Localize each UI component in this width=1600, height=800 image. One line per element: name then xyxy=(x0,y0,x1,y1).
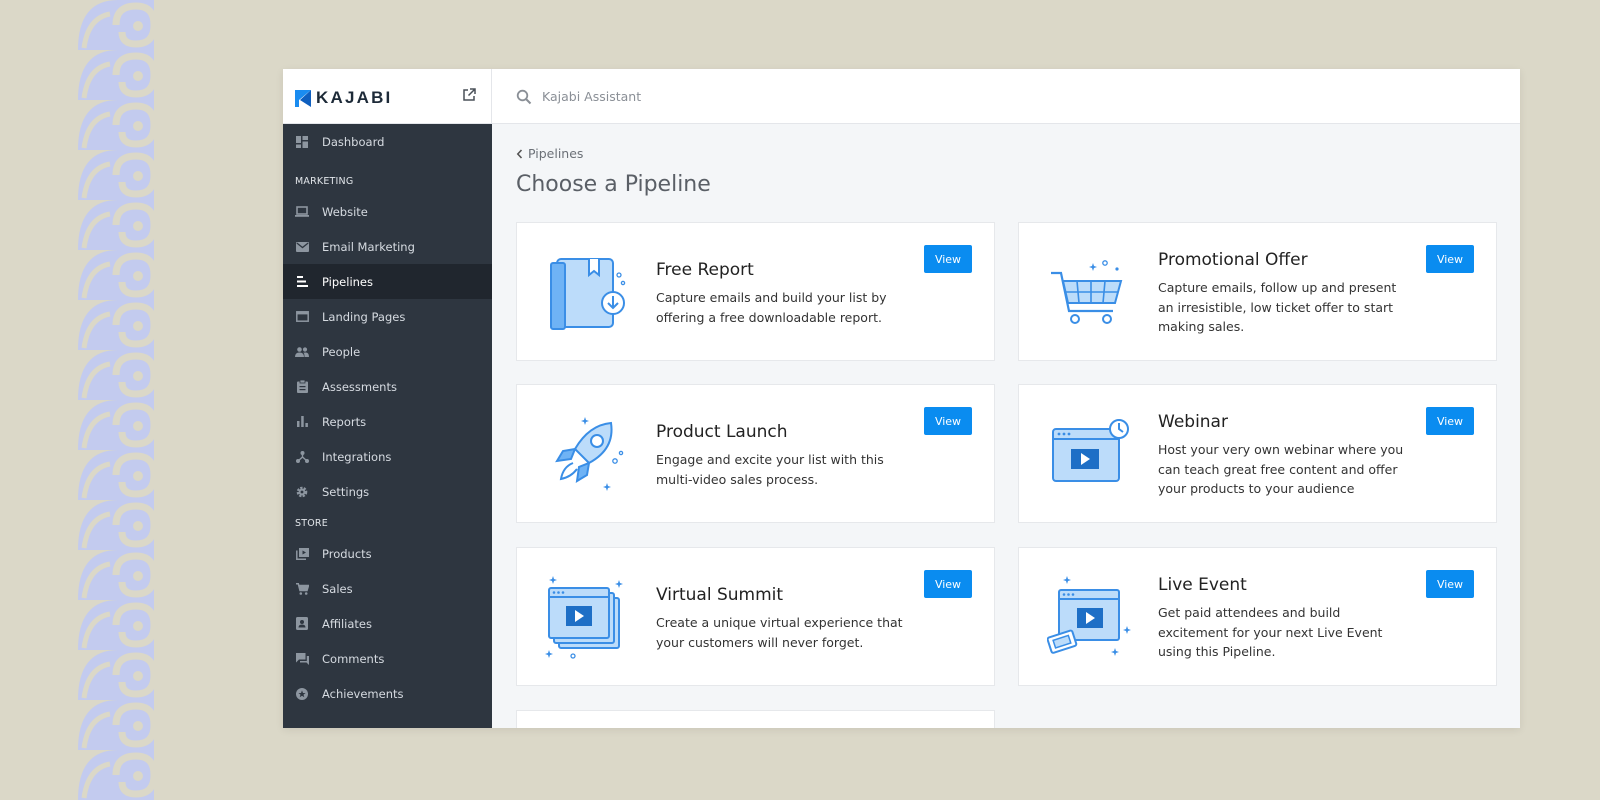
search-icon xyxy=(516,89,532,104)
app-window: KAJABI Dashboard MARKETING xyxy=(283,69,1520,728)
sidebar: Dashboard MARKETING Website Email Market… xyxy=(283,124,492,728)
sidebar-item-people[interactable]: People xyxy=(283,334,492,369)
pipeline-card-partial xyxy=(516,710,995,728)
logo-text: KAJABI xyxy=(316,88,393,107)
search-input[interactable] xyxy=(542,89,942,104)
sidebar-item-label: Landing Pages xyxy=(322,309,406,324)
view-button-webinar[interactable]: View xyxy=(1426,407,1474,435)
sidebar-item-comments[interactable]: Comments xyxy=(283,641,492,676)
sidebar-item-label: Achievements xyxy=(322,686,404,701)
sidebar-item-reports[interactable]: Reports xyxy=(283,404,492,439)
webinar-video-icon xyxy=(1052,419,1129,482)
sidebar-item-label: Pipelines xyxy=(322,274,373,289)
affiliates-icon xyxy=(295,617,309,631)
card-description: Capture emails, follow up and present an… xyxy=(1158,280,1397,334)
sidebar-item-label: Reports xyxy=(322,414,367,429)
report-download-icon xyxy=(550,258,626,330)
sidebar-item-integrations[interactable]: Integrations xyxy=(283,439,492,474)
pipeline-card-promotional-offer: Promotional Offer Capture emails, follow… xyxy=(1018,222,1497,361)
card-title: Product Launch xyxy=(656,422,788,442)
sidebar-item-label: Website xyxy=(322,204,368,219)
gear-icon xyxy=(295,485,309,499)
pipeline-card-webinar: Webinar Host your very own webinar where… xyxy=(1018,384,1497,523)
live-event-ticket-icon xyxy=(1047,576,1131,656)
sidebar-item-label: Sales xyxy=(322,581,353,596)
section-title-marketing: MARKETING xyxy=(295,176,354,187)
search-bar xyxy=(492,69,1520,124)
sidebar-item-label: Settings xyxy=(322,484,370,499)
brand-area: KAJABI xyxy=(283,69,492,124)
kajabi-logo[interactable]: KAJABI xyxy=(295,88,393,108)
sidebar-item-landing-pages[interactable]: Landing Pages xyxy=(283,299,492,334)
page-title: Choose a Pipeline xyxy=(516,172,711,197)
browser-window-icon xyxy=(295,310,309,324)
integrations-icon xyxy=(295,450,309,464)
view-button-promotional-offer[interactable]: View xyxy=(1426,245,1474,273)
pipelines-icon xyxy=(295,275,309,289)
cart-icon xyxy=(295,582,309,596)
view-button-live-event[interactable]: View xyxy=(1426,570,1474,598)
sidebar-item-label: Dashboard xyxy=(322,134,385,149)
card-title: Live Event xyxy=(1158,575,1247,595)
achievement-icon xyxy=(295,687,309,701)
sidebar-item-assessments[interactable]: Assessments xyxy=(283,369,492,404)
sidebar-item-products[interactable]: Products xyxy=(283,536,492,571)
sidebar-item-label: Affiliates xyxy=(322,616,372,631)
sidebar-item-label: Assessments xyxy=(322,379,397,394)
card-description: Host your very own webinar where you can… xyxy=(1158,442,1404,496)
card-title: Free Report xyxy=(656,260,754,280)
card-title: Webinar xyxy=(1158,412,1228,432)
sidebar-item-dashboard[interactable]: Dashboard xyxy=(283,124,492,159)
top-bar: KAJABI xyxy=(283,69,1520,124)
sidebar-item-affiliates[interactable]: Affiliates xyxy=(283,606,492,641)
sidebar-item-label: People xyxy=(322,344,361,359)
stacked-video-icon xyxy=(545,576,623,659)
pipeline-card-virtual-summit: Virtual Summit Create a unique virtual e… xyxy=(516,547,995,686)
view-button-virtual-summit[interactable]: View xyxy=(924,570,972,598)
clipboard-icon xyxy=(295,380,309,394)
kajabi-k-icon xyxy=(295,89,311,107)
pipeline-card-product-launch: Product Launch Engage and excite your li… xyxy=(516,384,995,523)
sidebar-item-achievements[interactable]: Achievements xyxy=(283,676,492,711)
main-content: Pipelines Choose a Pipeline Free Report … xyxy=(492,124,1520,728)
sidebar-item-label: Integrations xyxy=(322,449,392,464)
products-icon xyxy=(295,547,309,561)
view-button-product-launch[interactable]: View xyxy=(924,407,972,435)
chevron-left-icon xyxy=(516,148,523,159)
card-description: Create a unique virtual experience that … xyxy=(656,615,903,650)
pattern-graphic xyxy=(78,0,154,800)
card-title: Promotional Offer xyxy=(1158,250,1308,270)
shopping-cart-icon xyxy=(1051,260,1123,324)
sidebar-item-sales[interactable]: Sales xyxy=(283,571,492,606)
card-title: Virtual Summit xyxy=(656,585,784,605)
people-icon xyxy=(295,345,309,359)
sidebar-item-label: Comments xyxy=(322,651,385,666)
breadcrumb[interactable]: Pipelines xyxy=(516,146,583,161)
breadcrumb-link: Pipelines xyxy=(528,146,584,161)
card-description: Engage and excite your list with this mu… xyxy=(656,452,884,487)
envelope-icon xyxy=(295,240,309,254)
sidebar-item-email-marketing[interactable]: Email Marketing xyxy=(283,229,492,264)
view-button-free-report[interactable]: View xyxy=(924,245,972,273)
comments-icon xyxy=(295,652,309,666)
sidebar-item-website[interactable]: Website xyxy=(283,194,492,229)
external-link-icon[interactable] xyxy=(462,88,476,102)
section-title-store: STORE xyxy=(295,518,328,529)
card-description: Capture emails and build your list by of… xyxy=(656,290,887,325)
pipeline-card-live-event: Live Event Get paid attendees and build … xyxy=(1018,547,1497,686)
rocket-icon xyxy=(555,417,624,491)
decorative-pattern-strip xyxy=(78,0,154,800)
laptop-icon xyxy=(295,205,309,219)
sidebar-item-settings[interactable]: Settings xyxy=(283,474,492,509)
card-description: Get paid attendees and build excitement … xyxy=(1158,605,1383,659)
sidebar-item-label: Email Marketing xyxy=(322,239,415,254)
bar-chart-icon xyxy=(295,415,309,429)
dashboard-icon xyxy=(295,135,309,149)
sidebar-item-label: Products xyxy=(322,546,372,561)
sidebar-item-pipelines[interactable]: Pipelines xyxy=(283,264,492,299)
pipeline-card-free-report: Free Report Capture emails and build you… xyxy=(516,222,995,361)
